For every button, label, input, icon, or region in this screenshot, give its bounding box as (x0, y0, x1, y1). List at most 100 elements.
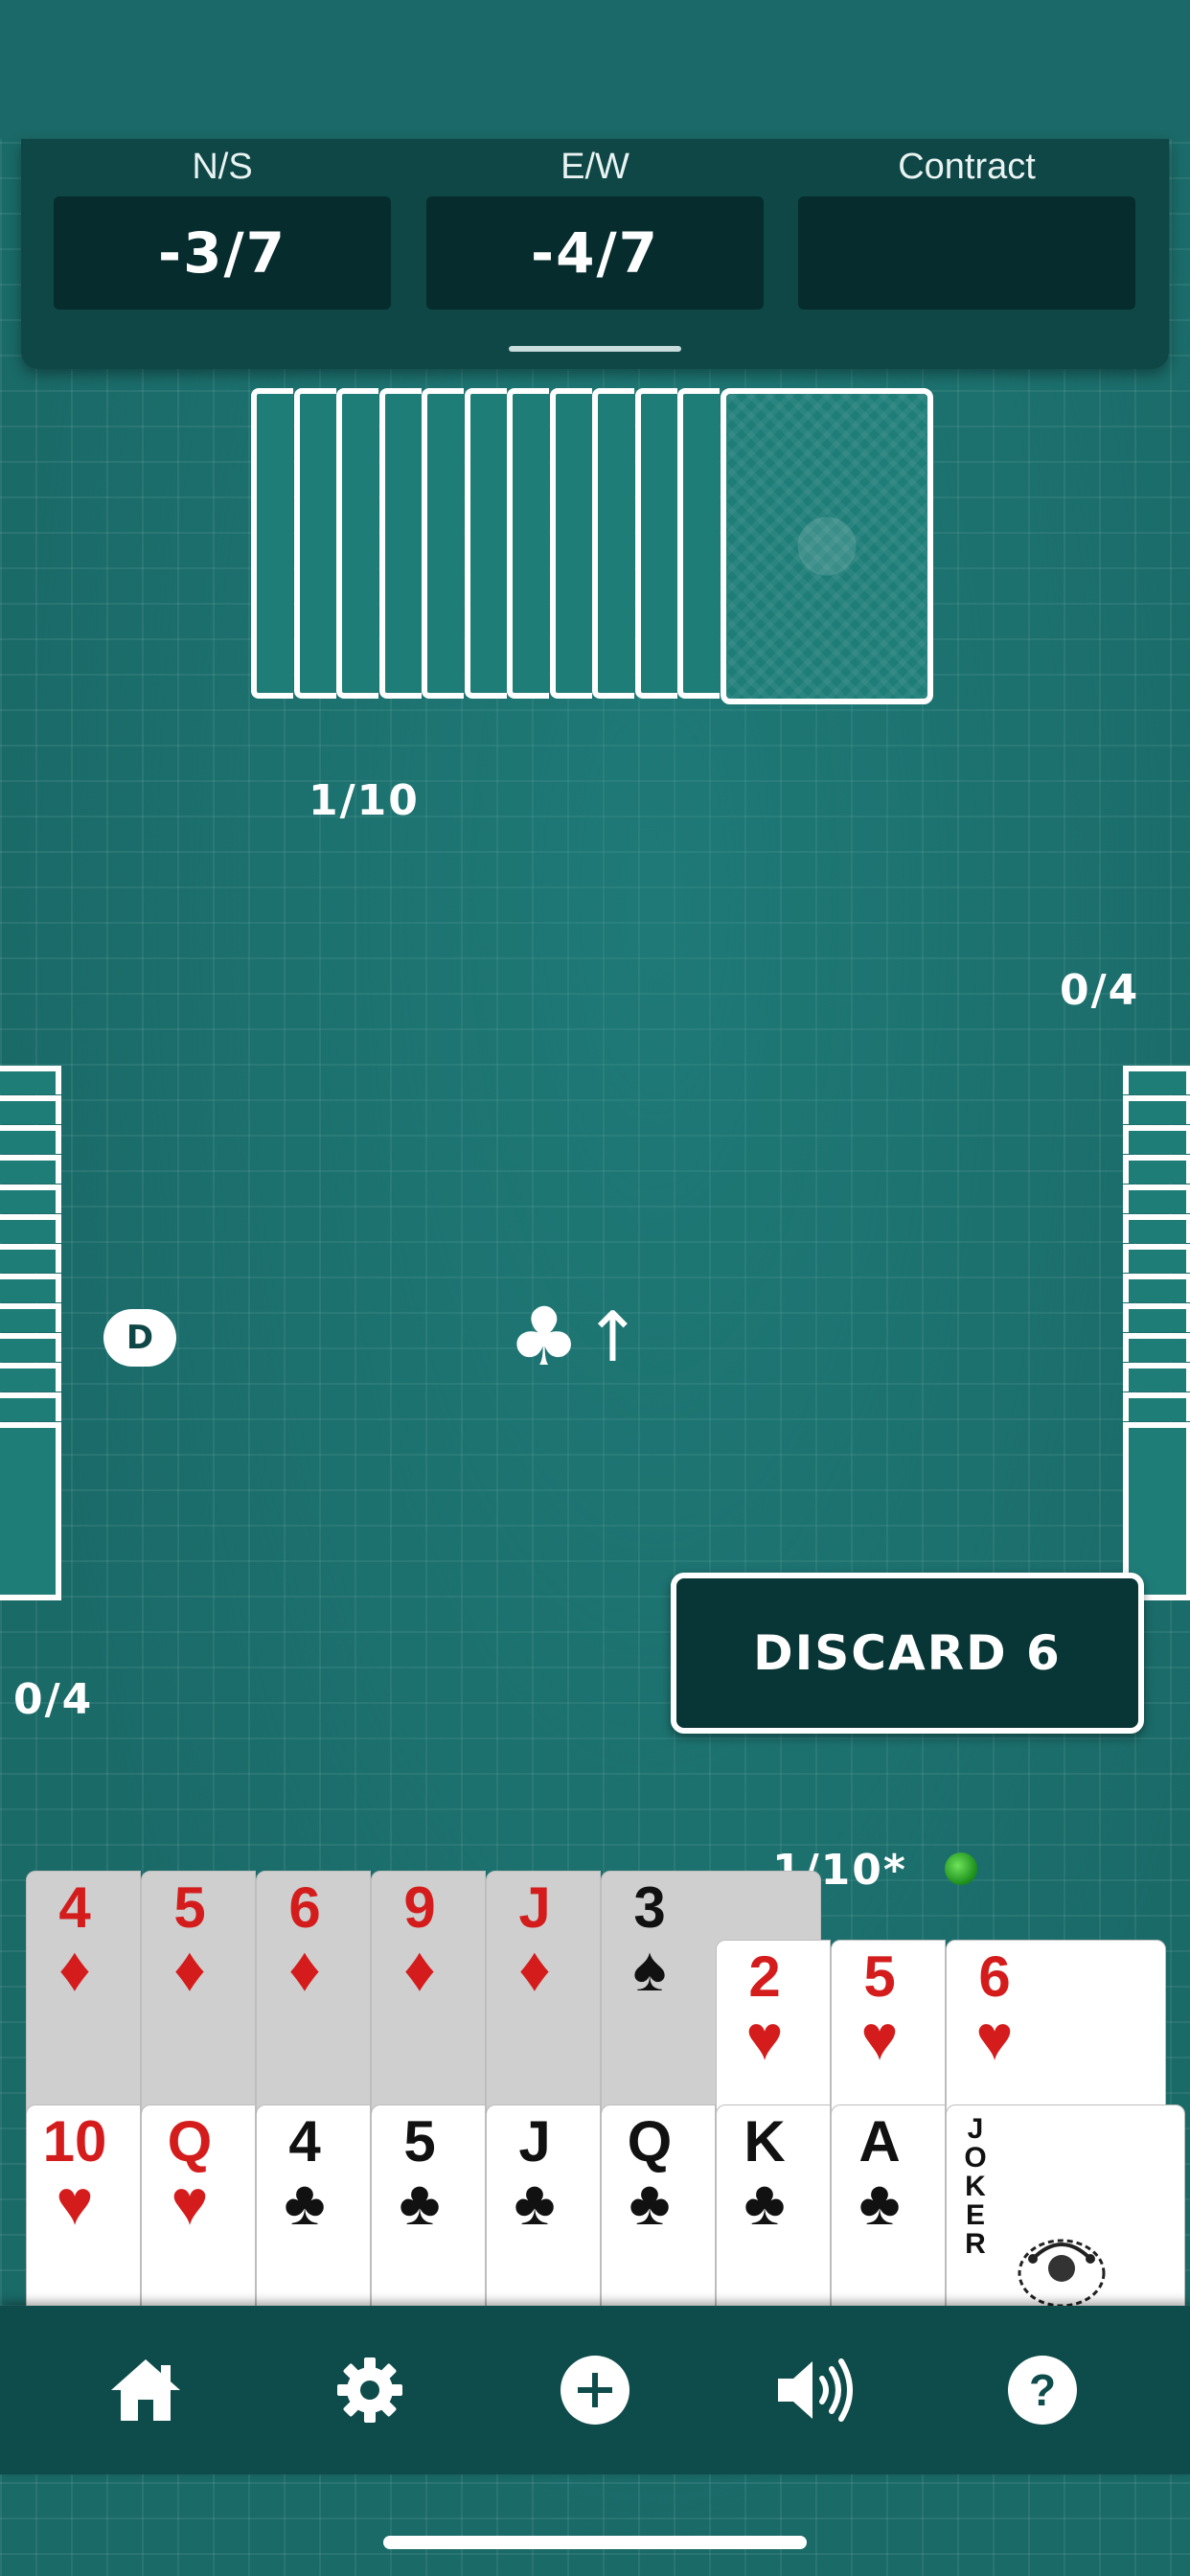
card-suit-icon: ♥ (860, 2002, 899, 2073)
card-rank: 4 (58, 1875, 91, 1940)
contract-value (798, 196, 1135, 310)
card-back (1123, 1214, 1190, 1243)
card-rank: 5 (403, 2109, 436, 2174)
club-suit-icon: ♣ (508, 1290, 581, 1384)
card-back (1123, 1244, 1190, 1273)
east-hand (1123, 1066, 1190, 1606)
card-back (592, 388, 634, 699)
card-back (336, 388, 378, 699)
north-hand (251, 388, 941, 704)
card-rank: J (518, 1875, 551, 1940)
card-suit-icon: ♠ (632, 1933, 667, 2004)
card-back (1123, 1392, 1190, 1421)
card-back (1123, 1125, 1190, 1154)
card-back (293, 388, 336, 699)
home-indicator (383, 2536, 807, 2549)
card-rank: Q (627, 2109, 673, 2174)
card-back (720, 388, 933, 704)
card-suit-icon: ♣ (629, 2167, 671, 2238)
card-back (0, 1274, 61, 1302)
dealer-chip: D (103, 1309, 176, 1367)
card-back (422, 388, 464, 699)
playing-card[interactable]: J ♦ (486, 1871, 601, 2120)
score-panel[interactable]: N/S -3/7 E/W -4/7 Contract (21, 139, 1169, 369)
card-rank: A (858, 2109, 901, 2174)
card-back (1123, 1303, 1190, 1332)
card-back (634, 388, 677, 699)
card-rank: 6 (978, 1944, 1011, 2009)
help-icon: ? (1008, 2356, 1077, 2425)
card-suit-icon: ♦ (173, 1933, 206, 2004)
playing-card[interactable]: 9 ♦ (371, 1871, 486, 2120)
west-tricks: 0/4 (13, 1675, 94, 1724)
card-suit-icon: ♥ (745, 2002, 784, 2073)
card-rank: 10 (42, 2109, 107, 2174)
card-back (507, 388, 549, 699)
north-tricks: 1/10 (309, 776, 420, 825)
speaker-icon (778, 2358, 853, 2422)
card-back (677, 388, 720, 699)
card-suit-icon: ♣ (744, 2167, 786, 2238)
card-suit-icon: ♥ (171, 2167, 209, 2238)
card-back (0, 1422, 61, 1600)
card-back (1123, 1274, 1190, 1302)
bottom-nav: ? (0, 2306, 1190, 2474)
gear-icon (337, 2358, 402, 2423)
playing-card[interactable]: 4 ♦ (26, 1871, 141, 2120)
card-back (464, 388, 507, 699)
card-suit-icon: ♣ (858, 2167, 901, 2238)
card-back (0, 1333, 61, 1362)
ns-value: -3/7 (54, 196, 391, 310)
card-back (1123, 1095, 1190, 1124)
card-back (378, 388, 422, 699)
discard-button[interactable]: DISCARD 6 (671, 1573, 1144, 1734)
card-suit-icon: ♥ (56, 2167, 94, 2238)
card-back (1123, 1333, 1190, 1362)
ew-value: -4/7 (426, 196, 764, 310)
card-back (0, 1303, 61, 1332)
card-back (0, 1095, 61, 1124)
card-suit-icon: ♦ (403, 1933, 436, 2004)
card-suit-icon: ♦ (58, 1933, 91, 2004)
help-button[interactable]: ? (985, 2306, 1100, 2474)
card-back (1123, 1363, 1190, 1392)
card-back (1123, 1184, 1190, 1213)
west-hand (0, 1066, 61, 1606)
playing-card[interactable]: 5 ♦ (141, 1871, 256, 2120)
settings-button[interactable] (312, 2306, 427, 2474)
ew-label: E/W (561, 147, 629, 187)
card-suit-icon: ♦ (288, 1933, 321, 2004)
svg-text:?: ? (1029, 2365, 1056, 2415)
panel-drag-handle[interactable] (509, 346, 681, 352)
lead-indicator: ♣↑ (508, 1294, 642, 1384)
card-rank: Q (167, 2109, 213, 2174)
card-suit-icon: ♣ (284, 2167, 326, 2238)
card-suit-icon: ♣ (514, 2167, 556, 2238)
card-back (0, 1244, 61, 1273)
card-rank: 5 (863, 1944, 896, 2009)
card-back (0, 1125, 61, 1154)
card-back (1123, 1066, 1190, 1094)
card-suit-icon: ♣ (399, 2167, 441, 2238)
card-back (0, 1155, 61, 1184)
card-rank: 5 (173, 1875, 206, 1940)
card-back (0, 1363, 61, 1392)
card-back (549, 388, 592, 699)
card-back (0, 1184, 61, 1213)
home-button[interactable] (88, 2306, 203, 2474)
joker-label: JOKER (964, 2113, 987, 2260)
east-tricks: 0/4 (1060, 966, 1140, 1015)
new-game-button[interactable] (538, 2306, 652, 2474)
plus-circle-icon (561, 2356, 629, 2425)
card-rank: K (744, 2109, 786, 2174)
card-back (1123, 1155, 1190, 1184)
playing-card[interactable]: 6 ♦ (256, 1871, 371, 2120)
card-rank: 9 (403, 1875, 436, 1940)
status-bar-area (0, 0, 1190, 139)
sound-button[interactable] (760, 2306, 875, 2474)
card-back (0, 1392, 61, 1421)
card-suit-icon: ♦ (518, 1933, 551, 2004)
contract-label: Contract (898, 147, 1036, 187)
card-rank: 4 (288, 2109, 321, 2174)
card-back (0, 1214, 61, 1243)
